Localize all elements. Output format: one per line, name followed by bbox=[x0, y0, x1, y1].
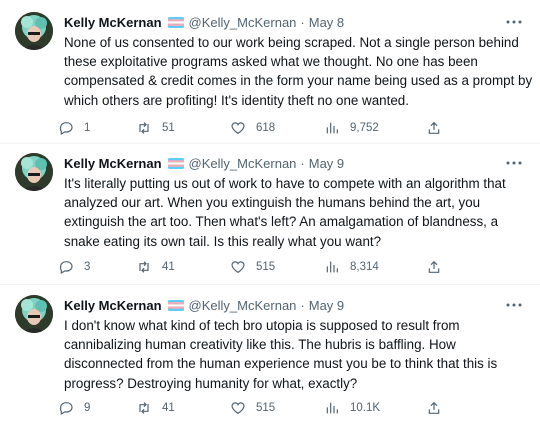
tweet-thread: Kelly McKernan @Kelly_McKernan · May 8 N… bbox=[0, 0, 540, 427]
author-name[interactable]: Kelly McKernan bbox=[64, 156, 162, 171]
action-bar: 1 51 618 9,752 bbox=[58, 119, 458, 137]
more-icon[interactable] bbox=[504, 12, 524, 32]
views-button[interactable]: 8,314 bbox=[324, 258, 379, 276]
retweet-count: 51 bbox=[162, 122, 175, 134]
more-icon[interactable] bbox=[504, 153, 524, 173]
like-button[interactable]: 515 bbox=[230, 399, 275, 417]
separator: · bbox=[300, 297, 305, 313]
author-name[interactable]: Kelly McKernan bbox=[64, 15, 162, 30]
tweet-date[interactable]: May 9 bbox=[309, 156, 344, 171]
views-button[interactable]: 10.1K bbox=[324, 399, 380, 417]
tweet-header: Kelly McKernan @Kelly_McKernan · May 9 bbox=[64, 153, 530, 173]
share-icon bbox=[428, 260, 440, 273]
tweet[interactable]: Kelly McKernan @Kelly_McKernan · May 8 N… bbox=[0, 12, 540, 144]
author-handle[interactable]: @Kelly_McKernan bbox=[189, 298, 297, 313]
share-icon bbox=[428, 121, 440, 134]
tweet-header: Kelly McKernan @Kelly_McKernan · May 9 bbox=[64, 295, 530, 315]
share-button[interactable] bbox=[426, 399, 452, 417]
like-count: 515 bbox=[256, 402, 276, 414]
reply-button[interactable]: 1 bbox=[58, 119, 90, 137]
retweet-button[interactable]: 41 bbox=[136, 258, 175, 276]
reply-icon bbox=[59, 122, 73, 136]
retweet-count: 41 bbox=[162, 261, 175, 273]
share-button[interactable] bbox=[426, 258, 452, 276]
tweet-date[interactable]: May 9 bbox=[309, 298, 344, 313]
views-button[interactable]: 9,752 bbox=[324, 119, 379, 137]
view-count: 9,752 bbox=[350, 122, 379, 134]
retweet-icon bbox=[139, 122, 149, 134]
reply-icon bbox=[59, 402, 73, 416]
action-bar: 3 41 515 8,314 bbox=[58, 258, 458, 276]
like-count: 618 bbox=[256, 122, 276, 134]
tweet-date[interactable]: May 8 bbox=[309, 15, 344, 30]
retweet-count: 41 bbox=[162, 402, 175, 414]
share-icon bbox=[428, 401, 440, 414]
avatar[interactable] bbox=[15, 12, 53, 50]
reply-button[interactable]: 3 bbox=[58, 258, 90, 276]
tweet-header: Kelly McKernan @Kelly_McKernan · May 8 bbox=[64, 12, 530, 32]
views-chart-icon bbox=[326, 261, 338, 273]
retweet-icon bbox=[139, 402, 149, 414]
trans-flag-icon bbox=[167, 16, 184, 28]
reply-count: 9 bbox=[84, 402, 91, 414]
more-icon[interactable] bbox=[504, 295, 524, 315]
views-chart-icon bbox=[326, 122, 338, 134]
trans-flag-icon bbox=[167, 157, 184, 169]
share-button[interactable] bbox=[426, 119, 452, 137]
tweet-text: None of us consented to our work being s… bbox=[64, 35, 533, 108]
tweet[interactable]: Kelly McKernan @Kelly_McKernan · May 9 I… bbox=[0, 295, 540, 427]
retweet-button[interactable]: 51 bbox=[136, 119, 175, 137]
separator: · bbox=[300, 155, 305, 171]
views-chart-icon bbox=[326, 402, 338, 414]
separator: · bbox=[300, 14, 305, 30]
trans-flag-icon bbox=[167, 299, 184, 311]
like-button[interactable]: 618 bbox=[230, 119, 275, 137]
like-count: 515 bbox=[256, 261, 276, 273]
view-count: 8,314 bbox=[350, 261, 379, 273]
avatar[interactable] bbox=[15, 153, 53, 191]
reply-count: 3 bbox=[84, 261, 91, 273]
avatar[interactable] bbox=[15, 295, 53, 333]
retweet-button[interactable]: 41 bbox=[136, 399, 175, 417]
tweet[interactable]: Kelly McKernan @Kelly_McKernan · May 9 I… bbox=[0, 153, 540, 285]
reply-button[interactable]: 9 bbox=[58, 399, 90, 417]
like-button[interactable]: 515 bbox=[230, 258, 275, 276]
reply-icon bbox=[59, 261, 73, 275]
heart-icon bbox=[231, 261, 245, 274]
reply-count: 1 bbox=[84, 122, 91, 134]
retweet-icon bbox=[139, 261, 149, 273]
tweet-text: It's literally putting us out of work to… bbox=[64, 176, 506, 249]
author-name[interactable]: Kelly McKernan bbox=[64, 298, 162, 313]
view-count: 10.1K bbox=[350, 402, 381, 414]
author-handle[interactable]: @Kelly_McKernan bbox=[189, 156, 297, 171]
author-handle[interactable]: @Kelly_McKernan bbox=[189, 15, 297, 30]
heart-icon bbox=[231, 402, 245, 415]
action-bar: 9 41 515 10.1K bbox=[58, 399, 458, 417]
tweet-text: I don't know what kind of tech bro utopi… bbox=[64, 318, 498, 391]
heart-icon bbox=[231, 122, 245, 135]
